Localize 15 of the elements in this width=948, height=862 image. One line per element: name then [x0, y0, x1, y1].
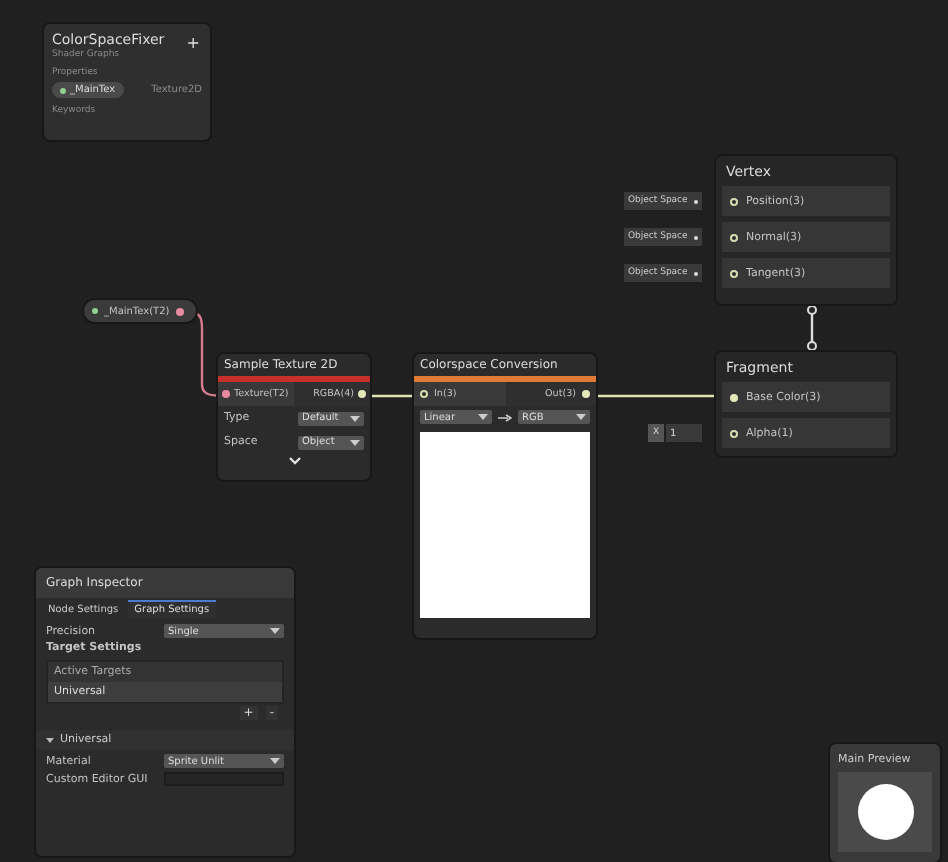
caret-icon — [270, 628, 280, 634]
port-icon[interactable] — [358, 390, 366, 398]
triangle-icon — [46, 736, 54, 744]
port-icon[interactable] — [222, 390, 230, 398]
caret-icon — [576, 414, 586, 420]
caret-icon — [270, 758, 280, 764]
arrow-icon — [498, 413, 512, 421]
caret-icon — [350, 439, 360, 445]
caret-icon — [478, 414, 488, 420]
port-icon[interactable] — [420, 390, 428, 398]
port-icon[interactable] — [582, 390, 590, 398]
add-button[interactable]: + — [186, 36, 200, 52]
caret-icon — [350, 415, 360, 421]
chevron-icon[interactable] — [287, 456, 301, 466]
sphere-preview — [857, 784, 913, 840]
